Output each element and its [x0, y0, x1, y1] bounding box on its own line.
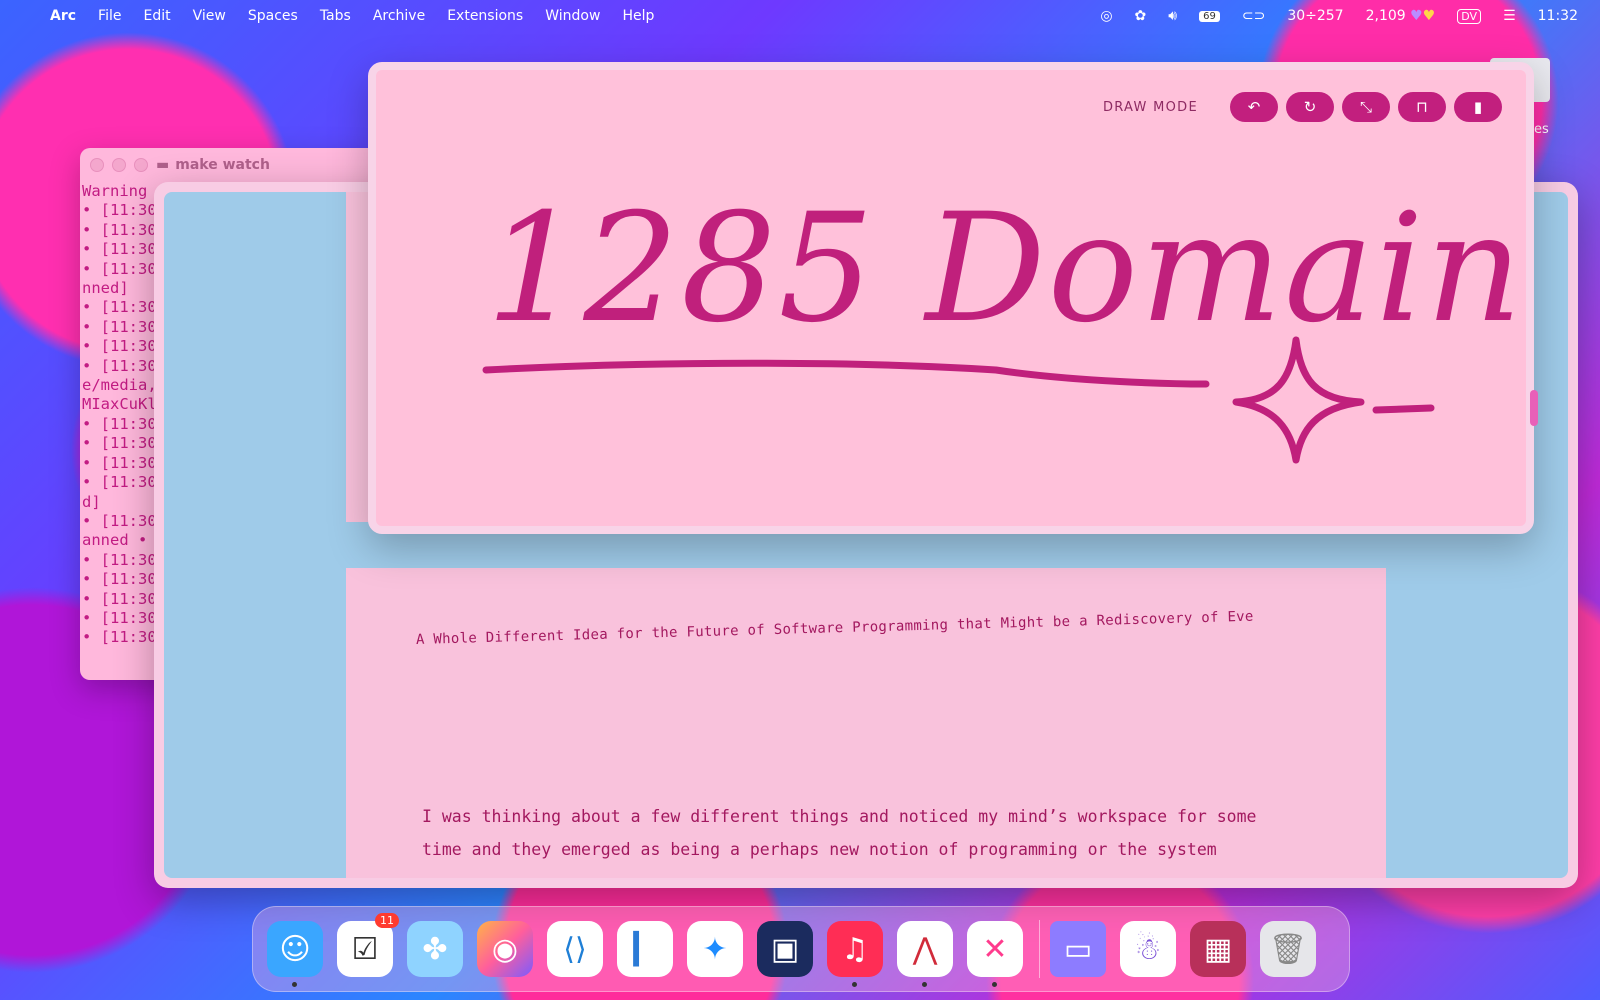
- clock[interactable]: 11:32: [1538, 8, 1578, 24]
- palette-icon[interactable]: ✿: [1135, 8, 1147, 24]
- undo-icon: ↶: [1247, 98, 1261, 116]
- draw-mode-label: DRAW MODE: [1102, 99, 1198, 115]
- image-stack-icon[interactable]: ▦: [1190, 921, 1246, 977]
- sparkle-icon: [1232, 336, 1365, 464]
- menu-bar: Arc File Edit View Spaces Tabs Archive E…: [0, 0, 1600, 32]
- undo-button[interactable]: ↶: [1230, 92, 1278, 122]
- pinwheel-app-icon[interactable]: ✤: [407, 921, 463, 977]
- menu-spaces[interactable]: Spaces: [248, 8, 298, 24]
- zoom-button[interactable]: [134, 158, 148, 172]
- trash-icon[interactable]: 🗑︎: [1260, 921, 1316, 977]
- menu-tabs[interactable]: Tabs: [320, 8, 351, 24]
- underline-stroke: [482, 359, 1210, 388]
- link-icon[interactable]: ⊂⊃: [1242, 8, 1265, 24]
- vscode-icon[interactable]: ⟨⟩: [547, 921, 603, 977]
- volume-icon[interactable]: 🔊︎: [1168, 8, 1177, 24]
- score-value: 2,109: [1365, 8, 1406, 24]
- dash-stroke: [1372, 404, 1435, 414]
- battery-icon[interactable]: 69: [1199, 10, 1220, 22]
- menu-view[interactable]: View: [193, 8, 226, 24]
- refresh-icon: ↻: [1303, 98, 1317, 116]
- running-indicator: [852, 982, 857, 987]
- reminders-icon[interactable]: ☑ 11: [337, 913, 399, 977]
- dock: ☺ ☑ 11 ✤ ◉ ⟨⟩ ▎ ✦ ▣ ♫ ⋀ ✕ ▭ ☃ ▦ 🗑︎: [252, 906, 1350, 992]
- lock-button[interactable]: ⊓: [1398, 92, 1446, 122]
- draw-window[interactable]: 1285 Domain DRAW MODE ↶ ↻ ⤡ ⊓ ▮: [368, 62, 1538, 534]
- terminal-title: make watch: [175, 157, 270, 173]
- dock-separator: [1039, 920, 1040, 978]
- reset-button[interactable]: ↻: [1286, 92, 1334, 122]
- handwritten-heading: 1285 Domain: [486, 182, 1524, 356]
- pixelmator-icon[interactable]: ◉: [477, 921, 533, 977]
- terminal-app-icon[interactable]: ▣: [757, 921, 813, 977]
- minimize-button[interactable]: [112, 158, 126, 172]
- music-icon[interactable]: ♫: [827, 921, 883, 987]
- article-paragraph: I was thinking about a few different thi…: [422, 807, 1257, 859]
- running-indicator: [292, 982, 297, 987]
- notification-badge: 11: [375, 913, 399, 928]
- book-button[interactable]: ▮: [1454, 92, 1502, 122]
- draw-toolbar: DRAW MODE ↶ ↻ ⤡ ⊓ ▮: [1103, 92, 1502, 122]
- article-block[interactable]: A Whole Different Idea for the Future of…: [346, 568, 1386, 878]
- folder-icon: ▬: [156, 157, 170, 173]
- design-app-icon[interactable]: ✕: [967, 921, 1023, 987]
- safari-icon[interactable]: ✦: [687, 921, 743, 977]
- heart-icon: ♥: [1410, 8, 1423, 24]
- running-indicator: [922, 982, 927, 987]
- folder-icon[interactable]: ▭: [1050, 921, 1106, 977]
- user-badge[interactable]: DV: [1457, 8, 1482, 24]
- collapse-icon: ⤡: [1359, 98, 1372, 116]
- menu-file[interactable]: File: [98, 8, 121, 24]
- scrollbar-handle[interactable]: [1530, 390, 1538, 426]
- menu-app-name[interactable]: Arc: [50, 8, 76, 24]
- menu-edit[interactable]: Edit: [143, 8, 170, 24]
- terminal-title-bar[interactable]: ▬ make watch: [80, 148, 380, 182]
- arc-browser-icon[interactable]: ⋀: [897, 921, 953, 987]
- article-title: A Whole Different Idea for the Future of…: [415, 608, 1254, 648]
- status-counter[interactable]: 30÷257: [1287, 8, 1343, 24]
- menu-help[interactable]: Help: [622, 8, 654, 24]
- menu-window[interactable]: Window: [545, 8, 600, 24]
- finder-icon[interactable]: ☺: [267, 921, 323, 987]
- score-indicator[interactable]: 2,109 ♥♥: [1366, 8, 1436, 24]
- close-button[interactable]: [90, 158, 104, 172]
- menu-extensions[interactable]: Extensions: [447, 8, 523, 24]
- menu-archive[interactable]: Archive: [373, 8, 425, 24]
- drawing-canvas[interactable]: 1285 Domain: [376, 70, 1526, 526]
- running-indicator: [992, 982, 997, 987]
- desktop-file-label: es: [1534, 122, 1549, 137]
- collapse-button[interactable]: ⤡: [1342, 92, 1390, 122]
- lock-icon: ⊓: [1416, 98, 1428, 116]
- control-center-icon[interactable]: ☰: [1503, 8, 1516, 24]
- airdrop-icon[interactable]: ◎: [1100, 8, 1112, 24]
- character-app-icon[interactable]: ☃: [1120, 921, 1176, 977]
- notes-app-icon[interactable]: ▎: [617, 921, 673, 977]
- heart-icon: ♥: [1422, 8, 1436, 24]
- book-icon: ▮: [1473, 98, 1483, 116]
